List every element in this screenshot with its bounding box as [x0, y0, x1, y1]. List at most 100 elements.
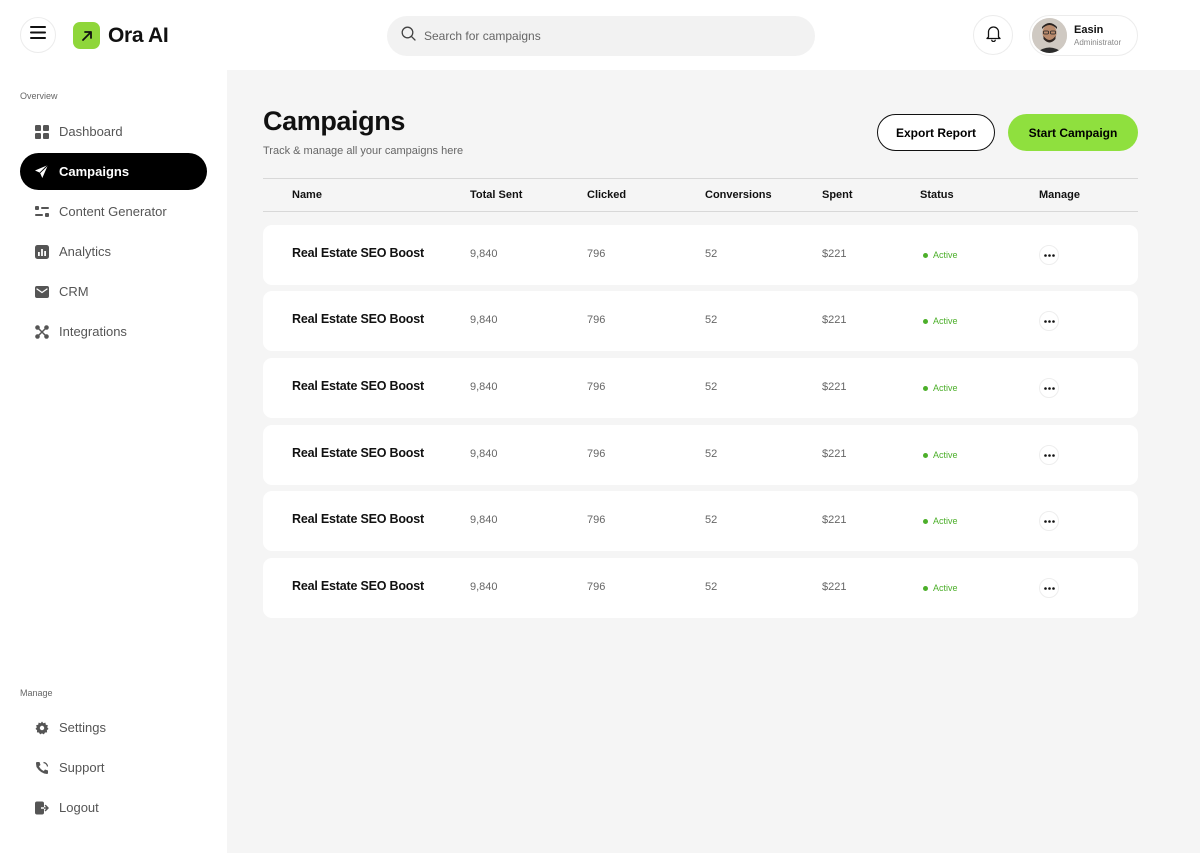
table-row[interactable]: Real Estate SEO Boost 9,840 796 52 $221 Activ… — [263, 225, 1138, 285]
column-header-status: Status — [920, 189, 954, 201]
export-report-button[interactable]: Export Report — [877, 114, 995, 151]
ellipsis-icon — [1043, 519, 1055, 523]
status-dot-icon — [923, 452, 928, 458]
status-label: Active — [933, 516, 958, 526]
campaign-name: Real Estate SEO Boost — [292, 446, 424, 460]
app-logo[interactable]: Ora AI — [73, 22, 169, 49]
clicked-value: 796 — [587, 581, 606, 593]
notifications-button[interactable] — [973, 15, 1013, 55]
page-title: Campaigns — [263, 106, 405, 136]
sidebar-item-content-generator[interactable]: Content Generator — [20, 193, 207, 230]
user-profile[interactable]: Easin Administrator — [1029, 15, 1138, 56]
column-header-total-sent: Total Sent — [470, 189, 523, 201]
sidebar-item-campaigns[interactable]: Campaigns — [20, 153, 207, 190]
mail-icon — [34, 284, 49, 299]
bell-icon — [985, 24, 1002, 47]
user-name: Easin — [1074, 23, 1104, 36]
table-header: Name Total Sent Clicked Conversions Spen… — [263, 178, 1138, 212]
sidebar-item-analytics[interactable]: Analytics — [20, 233, 207, 270]
spent-value: $221 — [822, 448, 847, 460]
sidebar: Overview Dashboard Campaigns Content Gen… — [0, 70, 227, 853]
campaign-name: Real Estate SEO Boost — [292, 246, 424, 260]
phone-icon — [34, 760, 49, 775]
table-row[interactable]: Real Estate SEO Boost 9,840 796 52 $221 Activ… — [263, 425, 1138, 485]
campaign-name: Real Estate SEO Boost — [292, 312, 424, 326]
search-input[interactable] — [424, 29, 804, 43]
table-row[interactable]: Real Estate SEO Boost 9,840 796 52 $221 Activ… — [263, 491, 1138, 551]
user-info: Easin Administrator — [1074, 24, 1121, 48]
ellipsis-icon — [1043, 453, 1055, 457]
sidebar-item-crm[interactable]: CRM — [20, 273, 207, 310]
more-options-button[interactable] — [1039, 311, 1059, 331]
total-sent-value: 9,840 — [470, 448, 498, 460]
spent-value: $221 — [822, 248, 847, 260]
conversions-value: 52 — [705, 248, 718, 260]
clicked-value: 796 — [587, 314, 606, 326]
more-options-button[interactable] — [1039, 378, 1059, 398]
clicked-value: 796 — [587, 381, 606, 393]
search-icon — [401, 26, 416, 46]
sidebar-item-label: Support — [59, 760, 105, 775]
manage-section-label: Manage — [20, 688, 53, 698]
column-header-name: Name — [292, 189, 322, 201]
hamburger-icon — [30, 26, 46, 44]
overview-section-label: Overview — [20, 91, 58, 101]
total-sent-value: 9,840 — [470, 248, 498, 260]
spent-value: $221 — [822, 514, 847, 526]
gear-icon — [34, 720, 49, 735]
sidebar-item-dashboard[interactable]: Dashboard — [20, 113, 207, 150]
dashboard-icon — [34, 124, 49, 139]
ellipsis-icon — [1043, 319, 1055, 323]
sidebar-item-settings[interactable]: Settings — [20, 709, 207, 746]
status-label: Active — [933, 316, 958, 326]
table-row[interactable]: Real Estate SEO Boost 9,840 796 52 $221 Activ… — [263, 358, 1138, 418]
status-badge: Active — [923, 450, 958, 460]
sidebar-item-logout[interactable]: Logout — [20, 789, 207, 826]
sidebar-item-support[interactable]: Support — [20, 749, 207, 786]
start-campaign-button[interactable]: Start Campaign — [1008, 114, 1138, 151]
sidebar-item-label: Campaigns — [59, 164, 130, 179]
more-options-button[interactable] — [1039, 511, 1059, 531]
send-icon — [34, 164, 49, 179]
sidebar-item-label: Settings — [59, 720, 106, 735]
total-sent-value: 9,840 — [470, 381, 498, 393]
main-content: Campaigns Track & manage all your campai… — [227, 70, 1200, 853]
table-row[interactable]: Real Estate SEO Boost 9,840 796 52 $221 Activ… — [263, 558, 1138, 618]
status-label: Active — [933, 450, 958, 460]
table-row[interactable]: Real Estate SEO Boost 9,840 796 52 $221 Activ… — [263, 291, 1138, 351]
sidebar-item-integrations[interactable]: Integrations — [20, 313, 207, 350]
conversions-value: 52 — [705, 381, 718, 393]
ellipsis-icon — [1043, 586, 1055, 590]
more-options-button[interactable] — [1039, 445, 1059, 465]
ellipsis-icon — [1043, 386, 1055, 390]
search-bar[interactable] — [387, 16, 815, 56]
spent-value: $221 — [822, 381, 847, 393]
total-sent-value: 9,840 — [470, 314, 498, 326]
sidebar-item-label: CRM — [59, 284, 89, 299]
more-options-button[interactable] — [1039, 578, 1059, 598]
more-options-button[interactable] — [1039, 245, 1059, 265]
menu-button[interactable] — [20, 17, 56, 53]
total-sent-value: 9,840 — [470, 581, 498, 593]
status-label: Active — [933, 383, 958, 393]
top-header: Ora AI Easin Administrator — [0, 0, 1200, 70]
campaign-name: Real Estate SEO Boost — [292, 512, 424, 526]
status-dot-icon — [923, 518, 928, 524]
clicked-value: 796 — [587, 448, 606, 460]
avatar — [1032, 18, 1067, 53]
user-role: Administrator — [1074, 37, 1122, 47]
total-sent-value: 9,840 — [470, 514, 498, 526]
status-badge: Active — [923, 516, 958, 526]
status-badge: Active — [923, 583, 958, 593]
status-dot-icon — [923, 585, 928, 591]
ellipsis-icon — [1043, 253, 1055, 257]
logo-arrow-icon — [73, 22, 100, 49]
analytics-icon — [34, 244, 49, 259]
sidebar-item-label: Integrations — [59, 324, 127, 339]
spent-value: $221 — [822, 314, 847, 326]
campaign-name: Real Estate SEO Boost — [292, 379, 424, 393]
status-dot-icon — [923, 252, 928, 258]
conversions-value: 52 — [705, 448, 718, 460]
status-dot-icon — [923, 318, 928, 324]
sidebar-item-label: Dashboard — [59, 124, 123, 139]
